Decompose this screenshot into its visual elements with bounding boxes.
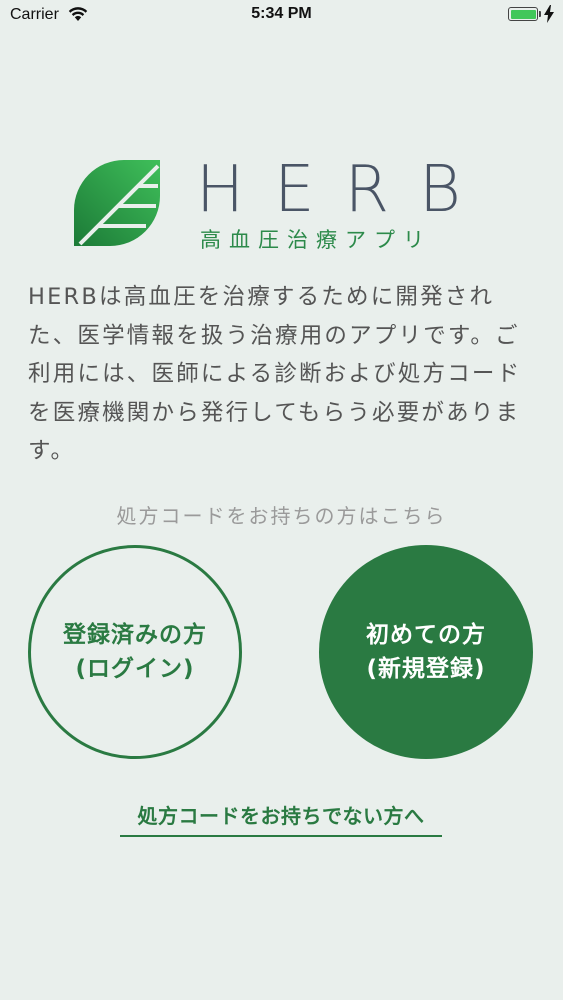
register-button[interactable]: 初めての方 (新規登録): [319, 545, 533, 759]
battery-icon: [508, 7, 538, 21]
battery-tip: [539, 11, 541, 17]
charging-bolt-icon: [544, 5, 554, 28]
register-button-label: 初めての方: [366, 622, 486, 648]
herb-wordmark: HERB: [196, 153, 491, 227]
register-button-sublabel: (新規登録): [366, 656, 486, 682]
herb-leaf-logo-icon: [74, 160, 160, 250]
login-button-sublabel: (ログイン): [75, 656, 195, 682]
status-time: 5:34 PM: [251, 5, 312, 22]
login-button-label: 登録済みの方: [63, 622, 207, 648]
app-tagline: 高血圧治療アプリ: [200, 228, 432, 252]
status-bar: Carrier 5:34 PM: [0, 0, 563, 30]
login-button[interactable]: 登録済みの方 (ログイン): [28, 545, 242, 759]
app-description: HERBは高血圧を治療するために開発された、医学情報を扱う治療用のアプリです。ご…: [28, 284, 522, 464]
battery-level: [510, 9, 536, 19]
prescription-code-prompt: 処方コードをお持ちの方はこちら: [116, 504, 447, 528]
no-prescription-code-link[interactable]: 処方コードをお持ちでない方へ: [120, 800, 442, 837]
